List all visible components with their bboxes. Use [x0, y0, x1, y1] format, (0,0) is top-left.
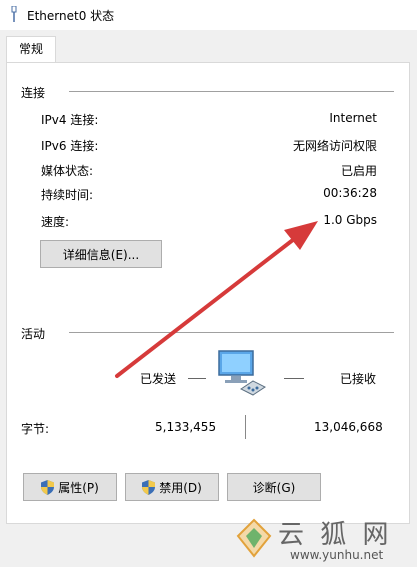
speed-label: 速度:	[41, 215, 70, 229]
details-button[interactable]: 详细信息(E)...	[40, 240, 162, 268]
window-title: Ethernet0 状态	[27, 9, 115, 23]
duration-value: 00:36:28	[323, 186, 377, 200]
ipv6-label: IPv6 连接:	[41, 139, 99, 153]
network-computer-icon	[218, 350, 266, 396]
properties-button[interactable]: 属性(P)	[23, 473, 117, 501]
ipv6-value: 无网络访问权限	[292, 139, 377, 153]
bytes-label: 字节:	[21, 422, 50, 436]
media-state-label: 媒体状态:	[41, 164, 94, 178]
ipv4-value: Internet	[329, 111, 377, 125]
title-bar[interactable]: Ethernet0 状态	[0, 0, 417, 30]
tab-general[interactable]: 常规	[6, 36, 56, 63]
connection-divider	[69, 91, 394, 92]
sent-line	[188, 378, 206, 379]
shield-icon	[142, 479, 156, 495]
received-line	[284, 378, 304, 379]
watermark-url: www.yunhu.net	[290, 548, 384, 562]
properties-button-label: 属性(P)	[58, 480, 99, 495]
received-label: 已接收	[340, 372, 377, 386]
speed-value: 1.0 Gbps	[323, 213, 377, 227]
activity-divider	[69, 332, 394, 333]
diagnose-button[interactable]: 诊断(G)	[227, 473, 321, 501]
activity-heading: 活动	[21, 325, 52, 342]
watermark-title: 云 狐 网	[278, 520, 393, 550]
general-panel: 连接 IPv4 连接: Internet IPv6 连接: 无网络访问权限 媒体…	[6, 62, 410, 524]
shield-icon	[41, 479, 55, 495]
sent-label: 已发送	[140, 372, 177, 386]
duration-label: 持续时间:	[41, 188, 94, 202]
media-state-value: 已启用	[340, 164, 377, 178]
bytes-received-value: 13,046,668	[314, 420, 383, 434]
disable-button[interactable]: 禁用(D)	[125, 473, 219, 501]
connection-heading: 连接	[21, 84, 52, 101]
watermark-logo	[236, 518, 272, 558]
bytes-separator	[245, 415, 246, 439]
ipv4-label: IPv4 连接:	[41, 113, 99, 127]
ethernet-icon	[11, 6, 17, 22]
bytes-sent-value: 5,133,455	[155, 420, 217, 434]
watermark: 云 狐 网 www.yunhu.net	[228, 508, 417, 567]
disable-button-label: 禁用(D)	[159, 480, 202, 495]
